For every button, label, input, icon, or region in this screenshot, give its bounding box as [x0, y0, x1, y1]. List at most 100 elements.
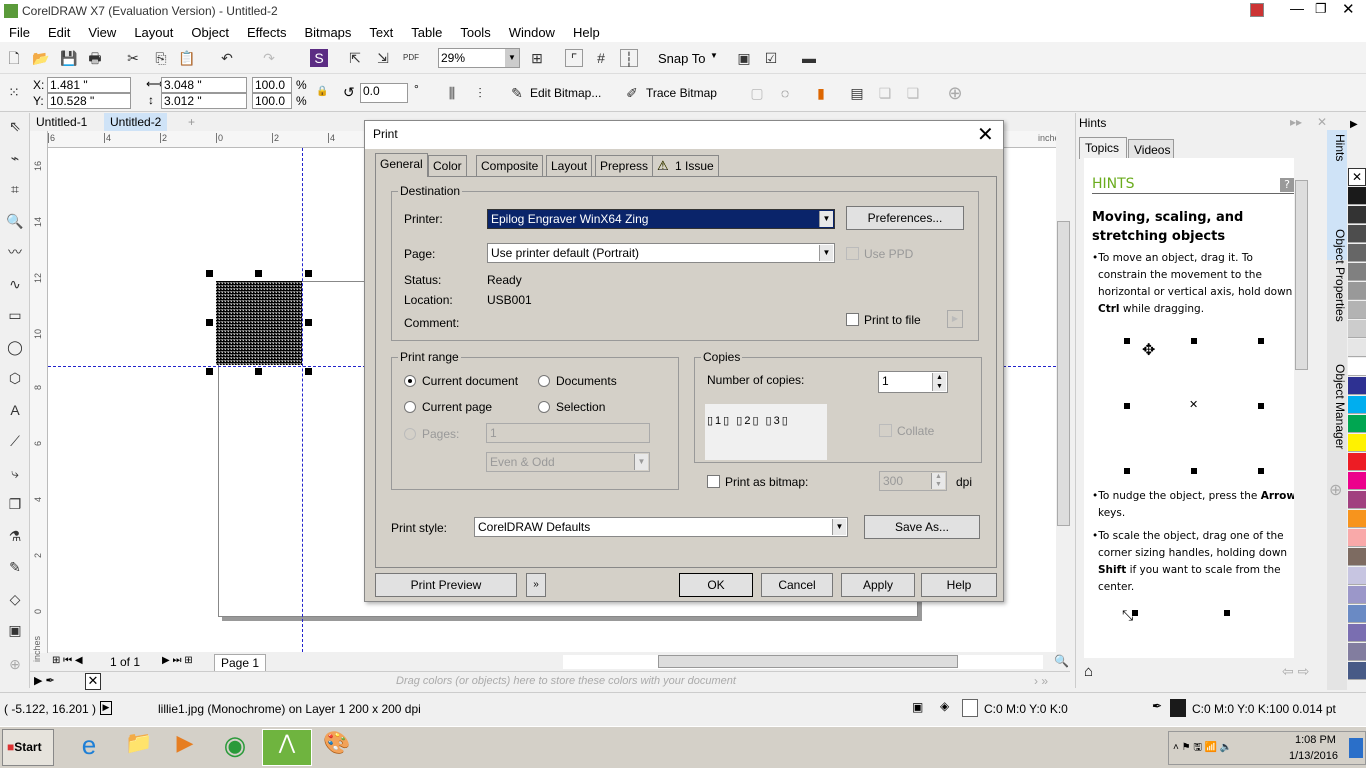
cut-icon[interactable]: ✂ [124, 49, 142, 67]
bitmap-dpi-spinner[interactable]: 300 ▲ ▼ [879, 471, 947, 491]
y-position-input[interactable]: 10.528 " [47, 93, 131, 109]
export-icon[interactable]: ⇲ [374, 49, 392, 67]
selection-radio[interactable] [538, 401, 550, 413]
color-swatch[interactable] [1348, 187, 1366, 205]
color-swatch[interactable] [1348, 624, 1366, 642]
text-tool-icon[interactable]: A [6, 401, 24, 419]
docker-tab-object-manager[interactable]: Object Manager [1327, 360, 1347, 470]
scale-x-input[interactable]: 100.0 [252, 77, 292, 93]
guideline-vertical[interactable] [302, 148, 303, 652]
start-button[interactable]: ■Start [2, 729, 54, 766]
import-icon[interactable]: ⇱ [346, 49, 364, 67]
to-front-icon[interactable]: ❏ [876, 84, 894, 102]
paint-icon[interactable]: 🎨 [312, 729, 362, 766]
polygon-tool-icon[interactable]: ⬡ [6, 369, 24, 387]
rulers-icon[interactable]: ⌜ [565, 49, 583, 67]
selection-handle[interactable] [255, 368, 262, 375]
color-swatch[interactable] [1348, 339, 1366, 357]
menu-layout[interactable]: Layout [125, 25, 182, 40]
color-swatch[interactable] [1348, 206, 1366, 224]
x-position-input[interactable]: 1.481 " [47, 77, 131, 93]
mirror-vertical-icon[interactable]: ⫶ [471, 84, 489, 102]
color-swatch[interactable] [1348, 662, 1366, 680]
color-swatch[interactable] [1348, 434, 1366, 452]
clock-time[interactable]: 1:08 PM [1295, 734, 1336, 746]
vertical-scrollbar[interactable] [1056, 131, 1072, 652]
color-proof-icon[interactable]: ▣ [912, 700, 923, 714]
menu-object[interactable]: Object [182, 25, 238, 40]
color-swatch[interactable] [1348, 605, 1366, 623]
color-swatch[interactable] [1348, 548, 1366, 566]
color-swatch[interactable] [1348, 263, 1366, 281]
guidelines-icon[interactable]: ┆ [620, 49, 638, 67]
chevron-down-icon[interactable]: ▼ [710, 51, 718, 60]
fill-swatch[interactable] [962, 699, 978, 717]
print-icon[interactable]: 🖶 [86, 49, 104, 67]
printer-select[interactable]: Epilog Engraver WinX64 Zing ▼ [487, 209, 835, 229]
welcome-screen-icon[interactable]: ▣ [735, 49, 753, 67]
tab-videos[interactable]: Videos [1128, 139, 1174, 159]
print-as-bitmap-checkbox[interactable] [707, 475, 720, 488]
tab-general[interactable]: General [375, 153, 428, 177]
file-explorer-icon[interactable]: 📁 [114, 729, 164, 766]
apply-button[interactable]: Apply [841, 573, 915, 597]
chevron-down-icon[interactable]: ▼ [832, 519, 846, 535]
color-swatch[interactable] [1348, 510, 1366, 528]
documents-radio[interactable] [538, 375, 550, 387]
back-icon[interactable]: ⇦ ⇨ [1282, 663, 1309, 680]
new-icon[interactable]: 🗋 [5, 49, 23, 67]
close-docker-icon[interactable]: ✕ [1317, 115, 1327, 129]
crop-bitmap-icon[interactable]: ▢ [748, 84, 766, 102]
print-to-file-checkbox[interactable] [846, 313, 859, 326]
zoom-fit-icon[interactable]: ⊞ [528, 49, 546, 67]
color-swatch[interactable] [1348, 320, 1366, 338]
docker-tab-object-properties[interactable]: Object Properties [1327, 225, 1347, 345]
color-swatch[interactable] [1348, 472, 1366, 490]
internet-explorer-icon[interactable]: e [64, 729, 114, 766]
resample-icon[interactable]: ◌ [776, 84, 794, 102]
menu-text[interactable]: Text [360, 25, 402, 40]
chrome-icon[interactable]: ◉ [210, 729, 260, 766]
color-swatch[interactable] [1348, 567, 1366, 585]
rectangle-tool-icon[interactable]: ▭ [6, 306, 24, 324]
parallel-dimension-icon[interactable]: ⟋ [6, 432, 24, 450]
menu-edit[interactable]: Edit [39, 25, 79, 40]
interactive-fill-icon[interactable]: ◇ [6, 590, 24, 608]
menu-file[interactable]: File [0, 25, 39, 40]
undo-icon[interactable]: ↶ [218, 49, 236, 67]
minimize-button[interactable]: — [1290, 0, 1304, 16]
collate-checkbox[interactable] [879, 424, 892, 437]
copy-icon[interactable]: ⎘ [152, 49, 170, 67]
color-swatch[interactable] [1348, 453, 1366, 471]
expand-preview-button[interactable]: » [526, 573, 546, 597]
print-style-select[interactable]: CorelDRAW Defaults ▼ [474, 517, 848, 537]
show-hidden-icons[interactable]: ˄ ⚑ 🖫 📶 🔈 [1173, 740, 1232, 757]
corel-connect-icon[interactable]: S [310, 49, 328, 67]
color-swatch[interactable] [1348, 415, 1366, 433]
selection-handle[interactable] [305, 270, 312, 277]
print-to-file-options-button[interactable]: ▶ [947, 310, 963, 328]
color-swatch[interactable] [1348, 529, 1366, 547]
tab-untitled-2[interactable]: Untitled-2 [104, 113, 168, 131]
current-document-radio[interactable] [404, 375, 416, 387]
tab-topics[interactable]: Topics [1079, 137, 1127, 159]
selection-handle[interactable] [206, 270, 213, 277]
home-icon[interactable]: ⌂ [1084, 663, 1093, 680]
scale-y-input[interactable]: 100.0 [252, 93, 292, 109]
selection-handle[interactable] [305, 319, 312, 326]
hints-scrollbar[interactable] [1294, 158, 1310, 658]
user-icon[interactable] [1250, 3, 1264, 17]
tab-issues[interactable]: ⚠ 1 Issue [652, 155, 719, 177]
menu-window[interactable]: Window [500, 25, 564, 40]
height-input[interactable]: 3.012 " [161, 93, 247, 109]
shape-tool-icon[interactable]: ⌁ [6, 149, 24, 167]
media-player-icon[interactable]: ▶ [160, 729, 210, 766]
selection-handle[interactable] [305, 368, 312, 375]
zoom-tool-icon[interactable]: 🔍 [6, 212, 24, 230]
rotation-angle-input[interactable]: 0.0 [360, 83, 408, 103]
zoom-level-combo[interactable]: 29% ▼ [438, 48, 520, 68]
preferences-button[interactable]: Preferences... [846, 206, 964, 230]
selection-handle[interactable] [206, 319, 213, 326]
use-ppd-checkbox[interactable] [846, 247, 859, 260]
palette-flyout-icon[interactable]: ▶ [1350, 119, 1358, 130]
